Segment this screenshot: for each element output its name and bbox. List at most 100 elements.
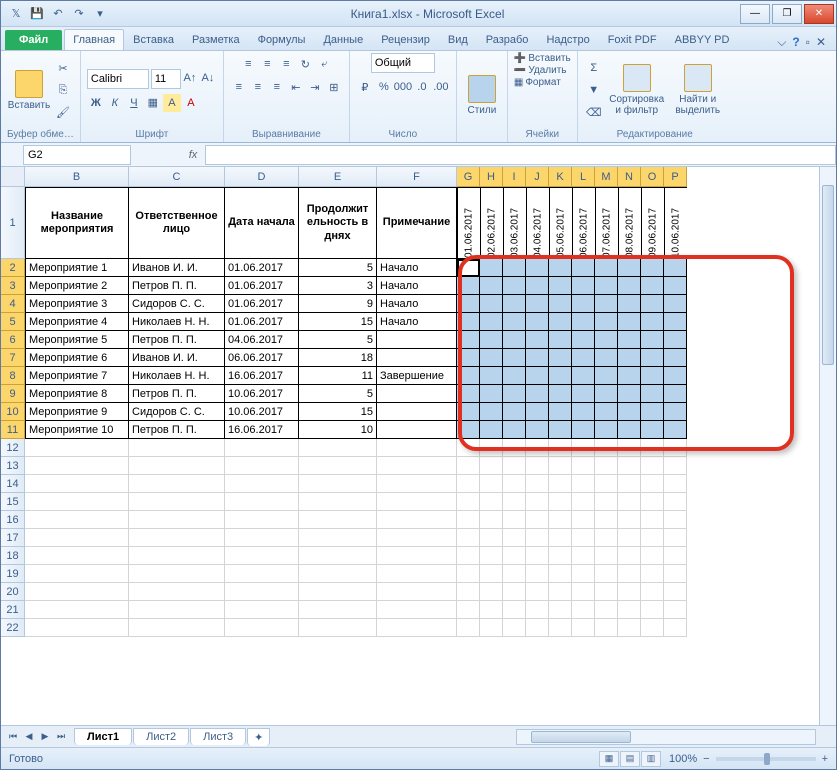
header-cell[interactable]: Продолжит ельность в днях [299,187,377,259]
gantt-cell[interactable] [641,367,664,385]
zoom-in-icon[interactable]: + [822,753,828,765]
tab-view[interactable]: Вид [439,29,477,50]
empty-cell[interactable] [129,565,225,583]
format-painter-icon[interactable]: 🖌 [53,102,73,122]
empty-cell[interactable] [572,457,595,475]
col-header-G[interactable]: G [457,167,480,187]
data-cell[interactable]: Мероприятие 5 [25,331,129,349]
font-name-combo[interactable]: Calibri [87,69,149,89]
date-header-cell[interactable]: 08.06.2017 [618,187,641,259]
autosum-icon[interactable]: Σ [584,58,604,78]
data-cell[interactable]: Мероприятие 4 [25,313,129,331]
col-header-P[interactable]: P [664,167,687,187]
indent-dec-icon[interactable]: ⇤ [287,78,305,96]
gantt-cell[interactable] [526,349,549,367]
empty-cell[interactable] [299,529,377,547]
empty-cell[interactable] [480,457,503,475]
data-cell[interactable]: Мероприятие 3 [25,295,129,313]
empty-cell[interactable] [641,493,664,511]
empty-cell[interactable] [480,511,503,529]
data-cell[interactable]: Мероприятие 8 [25,385,129,403]
empty-cell[interactable] [503,619,526,637]
empty-cell[interactable] [595,439,618,457]
minimize-ribbon-icon[interactable]: ⌵ [777,35,786,50]
col-header-B[interactable]: B [25,167,129,187]
bold-button[interactable]: Ж [87,94,105,112]
inc-decimal-icon[interactable]: .0 [413,78,431,96]
gantt-cell[interactable] [480,331,503,349]
cut-icon[interactable]: ✂ [53,58,73,78]
row-header-18[interactable]: 18 [1,547,25,565]
gantt-cell[interactable] [457,295,480,313]
empty-cell[interactable] [526,493,549,511]
gantt-cell[interactable] [664,259,687,277]
empty-cell[interactable] [225,493,299,511]
merge-icon[interactable]: ⊞ [325,78,343,96]
data-cell[interactable]: 18 [299,349,377,367]
col-header-F[interactable]: F [377,167,457,187]
gantt-cell[interactable] [641,277,664,295]
empty-cell[interactable] [129,547,225,565]
underline-button[interactable]: Ч [125,94,143,112]
empty-cell[interactable] [25,529,129,547]
empty-cell[interactable] [299,601,377,619]
gantt-cell[interactable] [549,403,572,421]
empty-cell[interactable] [641,565,664,583]
data-cell[interactable]: 5 [299,385,377,403]
col-header-L[interactable]: L [572,167,595,187]
empty-cell[interactable] [595,547,618,565]
empty-cell[interactable] [25,457,129,475]
empty-cell[interactable] [503,511,526,529]
empty-cell[interactable] [664,439,687,457]
row-header-8[interactable]: 8 [1,367,25,385]
empty-cell[interactable] [377,601,457,619]
sort-filter-button[interactable]: Сортировка и фильтр [606,57,668,123]
styles-button[interactable]: Стили [463,63,501,129]
layout-view-icon[interactable]: ▤ [620,751,640,767]
gantt-cell[interactable] [503,313,526,331]
empty-cell[interactable] [572,439,595,457]
gantt-cell[interactable] [480,277,503,295]
data-cell[interactable]: 06.06.2017 [225,349,299,367]
empty-cell[interactable] [526,565,549,583]
empty-cell[interactable] [299,619,377,637]
gantt-cell[interactable] [595,295,618,313]
empty-cell[interactable] [618,493,641,511]
empty-cell[interactable] [225,529,299,547]
empty-cell[interactable] [618,439,641,457]
empty-cell[interactable] [572,565,595,583]
empty-cell[interactable] [526,475,549,493]
row-header-19[interactable]: 19 [1,565,25,583]
empty-cell[interactable] [377,619,457,637]
vertical-scrollbar[interactable] [819,167,836,725]
gantt-cell[interactable] [457,385,480,403]
data-cell[interactable]: Начало [377,277,457,295]
data-cell[interactable]: 10.06.2017 [225,385,299,403]
empty-cell[interactable] [129,583,225,601]
maximize-button[interactable]: ❐ [772,4,802,24]
empty-cell[interactable] [595,511,618,529]
empty-cell[interactable] [129,619,225,637]
data-cell[interactable]: 01.06.2017 [225,259,299,277]
wrap-text-icon[interactable]: ⤶ [315,55,333,73]
data-cell[interactable]: 5 [299,259,377,277]
tab-foxit[interactable]: Foxit PDF [599,29,666,50]
gantt-cell[interactable] [457,367,480,385]
col-header-J[interactable]: J [526,167,549,187]
empty-cell[interactable] [572,619,595,637]
empty-cell[interactable] [377,565,457,583]
gantt-cell[interactable] [549,277,572,295]
data-cell[interactable]: Мероприятие 6 [25,349,129,367]
empty-cell[interactable] [526,601,549,619]
gantt-cell[interactable] [526,259,549,277]
align-top-icon[interactable]: ≡ [239,55,257,73]
data-cell[interactable]: 10 [299,421,377,439]
empty-cell[interactable] [25,547,129,565]
row-header-13[interactable]: 13 [1,457,25,475]
qa-more-icon[interactable]: ▾ [91,5,109,23]
empty-cell[interactable] [480,619,503,637]
gantt-cell[interactable] [641,295,664,313]
empty-cell[interactable] [641,511,664,529]
data-cell[interactable]: Иванов И. И. [129,259,225,277]
row-header-1[interactable]: 1 [1,187,25,259]
